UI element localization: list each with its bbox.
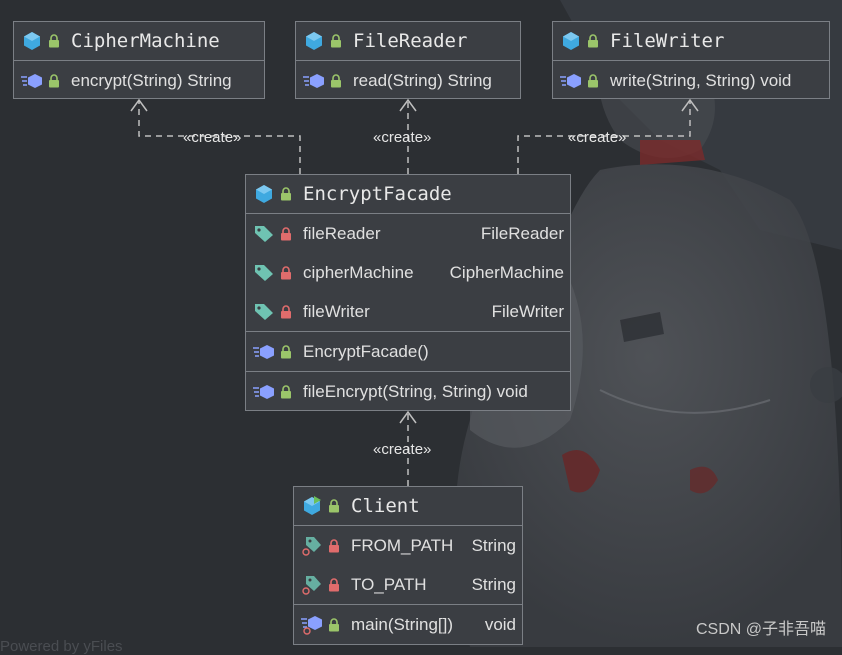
class-encryptfacade[interactable]: EncryptFacade fileReader FileReader ciph… bbox=[245, 174, 571, 411]
fields-section: FROM_PATH String TO_PATH String bbox=[294, 525, 522, 604]
field-name: cipherMachine bbox=[303, 262, 414, 282]
field-tag-icon bbox=[253, 263, 275, 283]
class-header: Client bbox=[294, 487, 522, 525]
method-icon bbox=[253, 383, 275, 401]
class-icon bbox=[560, 30, 582, 52]
constructor-signature: EncryptFacade() bbox=[303, 341, 429, 361]
class-name: FileReader bbox=[353, 30, 468, 52]
watermark: CSDN @子非吾喵 bbox=[695, 621, 826, 638]
method-icon bbox=[560, 72, 582, 90]
private-lock-icon bbox=[279, 226, 293, 242]
runnable-class-icon bbox=[301, 495, 323, 517]
method-row[interactable]: fileEncrypt(String, String) void bbox=[246, 372, 570, 411]
class-icon bbox=[303, 30, 325, 52]
class-ciphermachine[interactable]: CipherMachine encrypt(String) String bbox=[13, 21, 265, 99]
static-field-tag-icon bbox=[301, 536, 323, 556]
method-return-type: void bbox=[484, 614, 516, 634]
field-type: FileReader bbox=[480, 223, 564, 243]
method-row[interactable]: write(String, String) void bbox=[553, 61, 829, 100]
class-header: CipherMachine bbox=[14, 22, 264, 60]
field-type: String bbox=[471, 574, 516, 594]
public-lock-icon bbox=[47, 73, 61, 89]
fields-section: fileReader FileReader cipherMachine Ciph… bbox=[246, 213, 570, 331]
method-signature: write(String, String) void bbox=[610, 70, 792, 90]
field-row[interactable]: cipherMachine CipherMachine bbox=[246, 253, 570, 292]
static-field-tag-icon bbox=[301, 575, 323, 595]
field-row[interactable]: FROM_PATH String bbox=[294, 526, 522, 565]
field-row[interactable]: TO_PATH String bbox=[294, 565, 522, 604]
method-row[interactable]: read(String) String bbox=[296, 61, 520, 100]
method-signature: main(String[]) bbox=[351, 614, 454, 634]
private-lock-icon bbox=[327, 538, 341, 554]
method-signature: encrypt(String) String bbox=[71, 70, 232, 90]
methods-section: main(String[]) void bbox=[294, 604, 522, 644]
method-signature: fileEncrypt(String, String) void bbox=[303, 381, 528, 401]
public-lock-icon bbox=[279, 186, 293, 202]
field-type: String bbox=[471, 535, 516, 555]
method-row[interactable]: main(String[]) void bbox=[294, 605, 522, 644]
static-method-icon bbox=[301, 615, 323, 635]
public-lock-icon bbox=[279, 384, 293, 400]
constructors-section: EncryptFacade() bbox=[246, 331, 570, 371]
field-name: fileReader bbox=[303, 223, 381, 243]
public-lock-icon bbox=[586, 73, 600, 89]
field-name: FROM_PATH bbox=[351, 535, 454, 555]
class-name: FileWriter bbox=[610, 30, 725, 52]
class-filewriter[interactable]: FileWriter write(String, String) void bbox=[552, 21, 830, 99]
public-lock-icon bbox=[47, 33, 61, 49]
field-tag-icon bbox=[253, 302, 275, 322]
class-name: Client bbox=[351, 495, 420, 517]
class-header: FileWriter bbox=[553, 22, 829, 60]
method-signature: read(String) String bbox=[353, 70, 492, 90]
methods-section: write(String, String) void bbox=[553, 60, 829, 100]
private-lock-icon bbox=[279, 265, 293, 281]
field-tag-icon bbox=[253, 224, 275, 244]
public-lock-icon bbox=[327, 617, 341, 633]
edge-label-create: «create» bbox=[568, 129, 627, 146]
method-icon bbox=[253, 343, 275, 361]
private-lock-icon bbox=[279, 304, 293, 320]
class-header: EncryptFacade bbox=[246, 175, 570, 213]
public-lock-icon bbox=[329, 33, 343, 49]
class-name: CipherMachine bbox=[71, 30, 220, 52]
class-icon bbox=[253, 183, 275, 205]
field-name: fileWriter bbox=[303, 301, 370, 321]
public-lock-icon bbox=[327, 498, 341, 514]
edge-label-create: «create» bbox=[373, 441, 432, 458]
field-name: TO_PATH bbox=[351, 574, 427, 594]
constructor-row[interactable]: EncryptFacade() bbox=[246, 332, 570, 371]
public-lock-icon bbox=[279, 344, 293, 360]
public-lock-icon bbox=[329, 73, 343, 89]
methods-section: fileEncrypt(String, String) void bbox=[246, 371, 570, 411]
public-lock-icon bbox=[586, 33, 600, 49]
edge-label-create: «create» bbox=[183, 129, 242, 146]
class-icon bbox=[21, 30, 43, 52]
private-lock-icon bbox=[327, 577, 341, 593]
field-row[interactable]: fileReader FileReader bbox=[246, 214, 570, 253]
class-client[interactable]: Client FROM_PATH String TO_PATH String m… bbox=[293, 486, 523, 645]
field-type: CipherMachine bbox=[449, 262, 564, 282]
field-type: FileWriter bbox=[491, 301, 564, 321]
methods-section: read(String) String bbox=[296, 60, 520, 100]
method-icon bbox=[21, 72, 43, 90]
field-row[interactable]: fileWriter FileWriter bbox=[246, 292, 570, 331]
class-filereader[interactable]: FileReader read(String) String bbox=[295, 21, 521, 99]
method-icon bbox=[303, 72, 325, 90]
methods-section: encrypt(String) String bbox=[14, 60, 264, 100]
edge-label-create: «create» bbox=[373, 129, 432, 146]
class-header: FileReader bbox=[296, 22, 520, 60]
class-name: EncryptFacade bbox=[303, 183, 452, 205]
method-row[interactable]: encrypt(String) String bbox=[14, 61, 264, 100]
